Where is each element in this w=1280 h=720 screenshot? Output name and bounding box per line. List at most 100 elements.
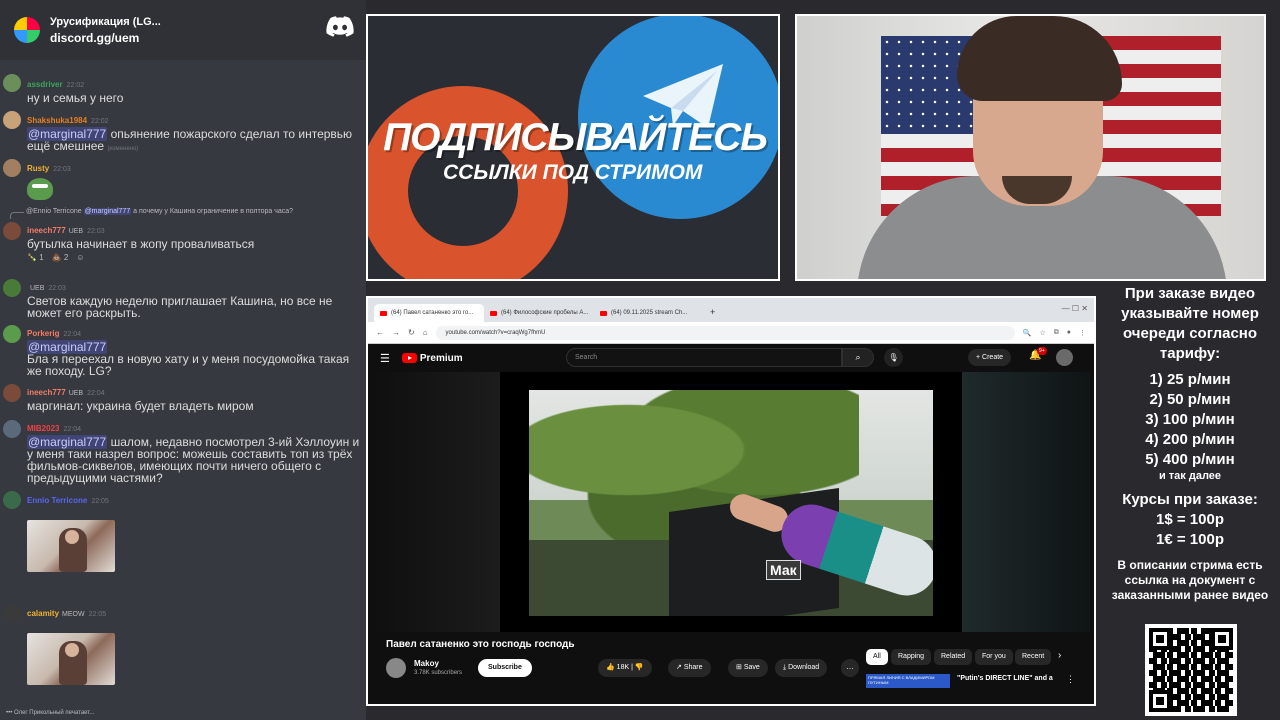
chip-all[interactable]: All xyxy=(866,649,888,665)
tab-bar: (64) Павел сатаненко это го... (64) Фило… xyxy=(368,298,1094,322)
search-button[interactable]: ⌕ xyxy=(842,348,874,367)
account-avatar[interactable] xyxy=(1056,349,1073,366)
home-icon[interactable]: ⌂ xyxy=(423,328,428,337)
qr-code xyxy=(1145,624,1237,716)
chip-for-you[interactable]: For you xyxy=(975,649,1013,665)
voice-search-icon[interactable]: 🎙 xyxy=(884,348,903,367)
chip-related[interactable]: Related xyxy=(934,649,973,665)
bookmark-icon[interactable]: ☆ xyxy=(1039,329,1045,337)
add-reaction-icon[interactable]: ☺ xyxy=(76,253,84,262)
browser-tab[interactable]: (64) Павел сатаненко это го... xyxy=(374,304,484,322)
discord-chat-overlay: Урусификация (LG... discord.gg/uem assdr… xyxy=(0,0,366,720)
attached-image[interactable] xyxy=(27,633,115,685)
extensions-icon[interactable]: ⧉ xyxy=(1054,329,1059,337)
more-actions-button[interactable]: … xyxy=(841,659,859,677)
role-badge: UEB xyxy=(68,228,84,235)
youtube-logo[interactable]: Premium xyxy=(401,353,463,364)
rate-item: 5) 400 р/мин xyxy=(1145,451,1235,468)
message-username[interactable]: Rusty xyxy=(27,164,49,173)
reply-preview[interactable]: @Ennio Terricone @marginal777 а почему у… xyxy=(26,208,293,215)
pricing-info-panel: При заказе видео указывайте номер очеред… xyxy=(1100,284,1280,720)
rate-item: 2) 50 р/мин xyxy=(1149,391,1231,408)
channel-avatar[interactable] xyxy=(386,658,406,678)
reload-icon[interactable]: ↻ xyxy=(408,328,415,337)
message-username[interactable]: calamity xyxy=(27,609,59,618)
exchange-rate-eur: 1€ = 100р xyxy=(1156,531,1224,548)
message-username[interactable]: Shakshuka1984 xyxy=(27,116,87,125)
edited-label: (изменено) xyxy=(107,146,139,152)
reactions: 🍾 1 💩 2 ☺ xyxy=(27,253,366,262)
server-invite-link[interactable]: discord.gg/uem xyxy=(50,31,161,45)
subscribe-button[interactable]: Subscribe xyxy=(478,659,532,677)
message-time: 22:05 xyxy=(88,611,107,618)
description-note: В описании стрима есть ссылка на докумен… xyxy=(1111,558,1269,602)
chat-message: assdriver 22:02 ну и семья у него xyxy=(0,74,366,104)
profile-icon[interactable]: ● xyxy=(1067,329,1071,336)
message-time: 22:03 xyxy=(53,166,71,173)
chip-rapping[interactable]: Rapping xyxy=(891,649,932,665)
message-username[interactable]: Ennio Terricone xyxy=(27,496,87,505)
role-badge: UEB xyxy=(30,285,45,292)
message-username[interactable]: ineech777 xyxy=(27,388,66,397)
chat-message: ineech777 UEB 22:04 маргинал: украина буде… xyxy=(0,382,366,412)
attached-image[interactable] xyxy=(27,520,115,572)
share-button[interactable]: ↗ Share xyxy=(668,659,711,677)
video-watermark: Мак xyxy=(766,560,801,580)
url-field[interactable]: youtube.com/watch?v=craqWg7fhmU xyxy=(435,325,1015,340)
rate-item: 3) 100 р/мин xyxy=(1145,411,1235,428)
exchange-rate-title: Курсы при заказе: xyxy=(1122,491,1258,508)
zoom-icon[interactable]: 🔍 xyxy=(1023,329,1032,337)
recommended-title[interactable]: "Putin's DIRECT LINE" and a xyxy=(957,675,1053,682)
typing-indicator: ••• Олег Прикольный печатает... xyxy=(6,710,95,716)
menu-icon[interactable]: ⋮ xyxy=(1079,329,1086,337)
reaction[interactable]: 🍾 1 xyxy=(27,253,44,262)
message-time: 22:04 xyxy=(87,390,105,397)
message-text: Бла я переехал в новую хату и у меня пос… xyxy=(27,352,350,378)
more-options-icon[interactable]: ⋮ xyxy=(1066,674,1075,685)
webcam-feed xyxy=(795,14,1266,281)
pepe-sticker-icon xyxy=(27,178,53,200)
video-title: Павел сатаненко это господь господь xyxy=(386,639,575,650)
message-time: 22:05 xyxy=(91,498,109,505)
video-frame[interactable] xyxy=(529,390,933,616)
message-username[interactable]: Porkerig xyxy=(27,329,59,338)
recommended-thumbnail[interactable]: ПРЯМАЯ ЛИНИЯ С ВЛАДИМИРОМ ПУТИНЫМ xyxy=(866,674,950,688)
forward-icon[interactable]: → xyxy=(392,328,400,337)
promo-subtitle: ССЫЛКИ ПОД СТРИМОМ xyxy=(443,161,703,184)
search-input[interactable]: Search xyxy=(566,348,842,367)
save-button[interactable]: ⊞ Save xyxy=(728,659,768,677)
back-icon[interactable]: ← xyxy=(376,328,384,337)
youtube-favicon-icon xyxy=(380,310,387,316)
rate-item: 1) 25 р/мин xyxy=(1149,371,1231,388)
chip-recent[interactable]: Recent xyxy=(1015,649,1052,665)
like-button[interactable]: 👍 18K | 👎 xyxy=(598,659,652,677)
browser-tab[interactable]: (64) 09.11.2025 stream Ch... xyxy=(594,304,704,322)
rate-item: 4) 200 р/мин xyxy=(1145,431,1235,448)
browser-tab[interactable]: (64) Философские пробелы А... xyxy=(484,304,594,322)
create-button[interactable]: + Create xyxy=(968,349,1012,366)
new-tab-button[interactable]: + xyxy=(710,307,715,317)
message-time: 22:02 xyxy=(91,118,109,125)
message-username[interactable]: MIB2023 xyxy=(27,424,59,433)
browser-window: (64) Павел сатаненко это го... (64) Фило… xyxy=(366,296,1096,706)
channel-name[interactable]: Makoy xyxy=(414,659,439,668)
message-time: 22:04 xyxy=(63,426,81,433)
reply-username: @Ennio Terricone xyxy=(26,208,82,215)
notification-count-badge: 9+ xyxy=(1037,347,1047,355)
server-icon xyxy=(14,17,40,43)
chat-message: MIB2023 22:04 @marginal777 шалом, недавно… xyxy=(0,418,366,484)
order-instructions: При заказе видео указывайте номер очеред… xyxy=(1121,285,1259,362)
youtube-header: ☰ Premium Search ⌕ 🎙 + Create 🔔 9+ xyxy=(368,344,1094,372)
message-text: маргинал: украина будет владеть миром xyxy=(27,399,254,413)
thumbs-down-icon[interactable]: 👎 xyxy=(635,664,644,671)
message-username[interactable]: ineech777 xyxy=(27,226,66,235)
reaction[interactable]: 💩 2 xyxy=(52,253,69,262)
video-player[interactable]: Мак xyxy=(372,372,1090,632)
window-controls[interactable]: — ☐ ✕ xyxy=(1062,304,1088,313)
message-username[interactable]: assdriver xyxy=(27,80,63,89)
message-time: 22:02 xyxy=(66,82,85,89)
chevron-right-icon[interactable]: › xyxy=(1058,650,1061,661)
hamburger-menu-icon[interactable]: ☰ xyxy=(380,352,390,365)
download-button[interactable]: ⤓ Download xyxy=(775,659,828,677)
chat-message: Porkerig 22:04 @marginal777 Бла я переехал… xyxy=(0,323,366,377)
